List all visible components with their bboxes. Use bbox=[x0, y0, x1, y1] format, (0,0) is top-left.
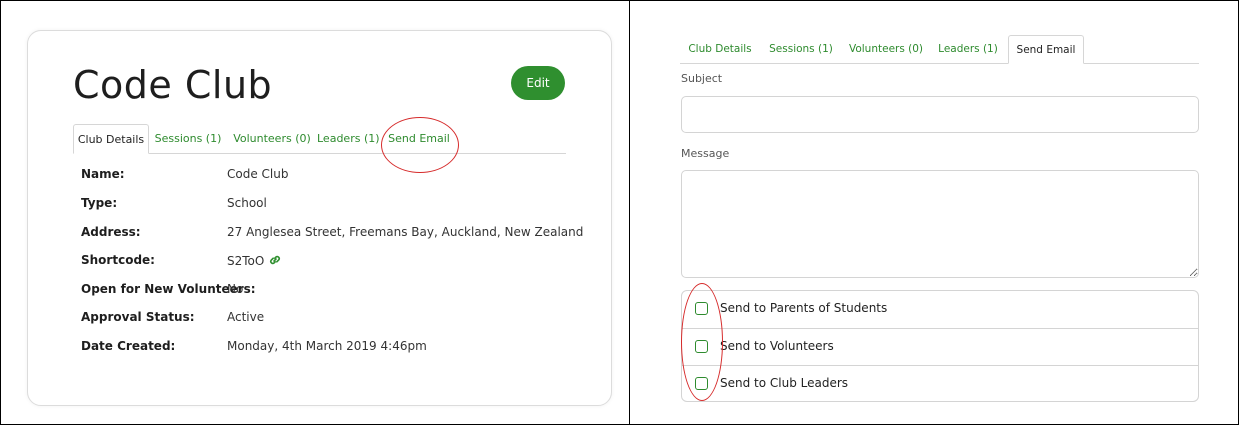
detail-key: Type: bbox=[81, 196, 118, 210]
panel-divider bbox=[629, 0, 630, 425]
parents-checkbox-label: Send to Parents of Students bbox=[720, 301, 888, 315]
subject-input[interactable] bbox=[681, 96, 1199, 133]
tab-leaders[interactable]: Leaders (1) bbox=[936, 35, 1000, 63]
left-tab-bar: Club Details Sessions (1) Volunteers (0)… bbox=[73, 124, 566, 154]
tab-sessions[interactable]: Sessions (1) bbox=[766, 35, 836, 63]
detail-value: No bbox=[227, 282, 244, 296]
recipient-parents-option[interactable]: Send to Parents of Students bbox=[682, 291, 1198, 328]
club-title: Code Club bbox=[73, 63, 273, 107]
tab-volunteers[interactable]: Volunteers (0) bbox=[231, 124, 313, 153]
detail-value-wrap: S2ToO bbox=[227, 253, 282, 270]
recipient-volunteers-option[interactable]: Send to Volunteers bbox=[682, 328, 1198, 366]
detail-key: Shortcode: bbox=[81, 253, 155, 267]
shortcode-value: S2ToO bbox=[227, 254, 265, 268]
detail-value: Active bbox=[227, 310, 265, 324]
detail-value: Code Club bbox=[227, 167, 289, 181]
detail-key: Name: bbox=[81, 167, 125, 181]
volunteers-checkbox-label: Send to Volunteers bbox=[720, 339, 834, 353]
club-leaders-checkbox-label: Send to Club Leaders bbox=[720, 376, 849, 390]
right-tab-bar: Club Details Sessions (1) Volunteers (0)… bbox=[680, 35, 1199, 64]
detail-key: Date Created: bbox=[81, 339, 176, 353]
subject-label: Subject bbox=[681, 72, 723, 85]
recipient-checkbox-group: Send to Parents of Students Send to Volu… bbox=[681, 290, 1199, 402]
annotation-circle-send-email-tab bbox=[381, 117, 459, 173]
tab-volunteers[interactable]: Volunteers (0) bbox=[844, 35, 928, 63]
detail-value: School bbox=[227, 196, 267, 210]
tab-leaders[interactable]: Leaders (1) bbox=[317, 124, 380, 153]
edit-button[interactable]: Edit bbox=[511, 66, 565, 100]
tab-club-details[interactable]: Club Details bbox=[73, 124, 149, 154]
tab-club-details[interactable]: Club Details bbox=[680, 35, 760, 63]
detail-key: Approval Status: bbox=[81, 310, 195, 324]
detail-key: Address: bbox=[81, 225, 141, 239]
tab-send-email[interactable]: Send Email bbox=[1008, 35, 1084, 64]
message-label: Message bbox=[681, 147, 730, 160]
annotation-circle-checkboxes bbox=[681, 283, 723, 401]
recipient-club-leaders-option[interactable]: Send to Club Leaders bbox=[682, 365, 1198, 403]
link-icon[interactable] bbox=[268, 253, 282, 270]
detail-value: Monday, 4th March 2019 4:46pm bbox=[227, 339, 427, 353]
tab-sessions[interactable]: Sessions (1) bbox=[151, 124, 225, 153]
detail-value: 27 Anglesea Street, Freemans Bay, Auckla… bbox=[227, 225, 584, 239]
message-textarea[interactable] bbox=[681, 170, 1199, 278]
